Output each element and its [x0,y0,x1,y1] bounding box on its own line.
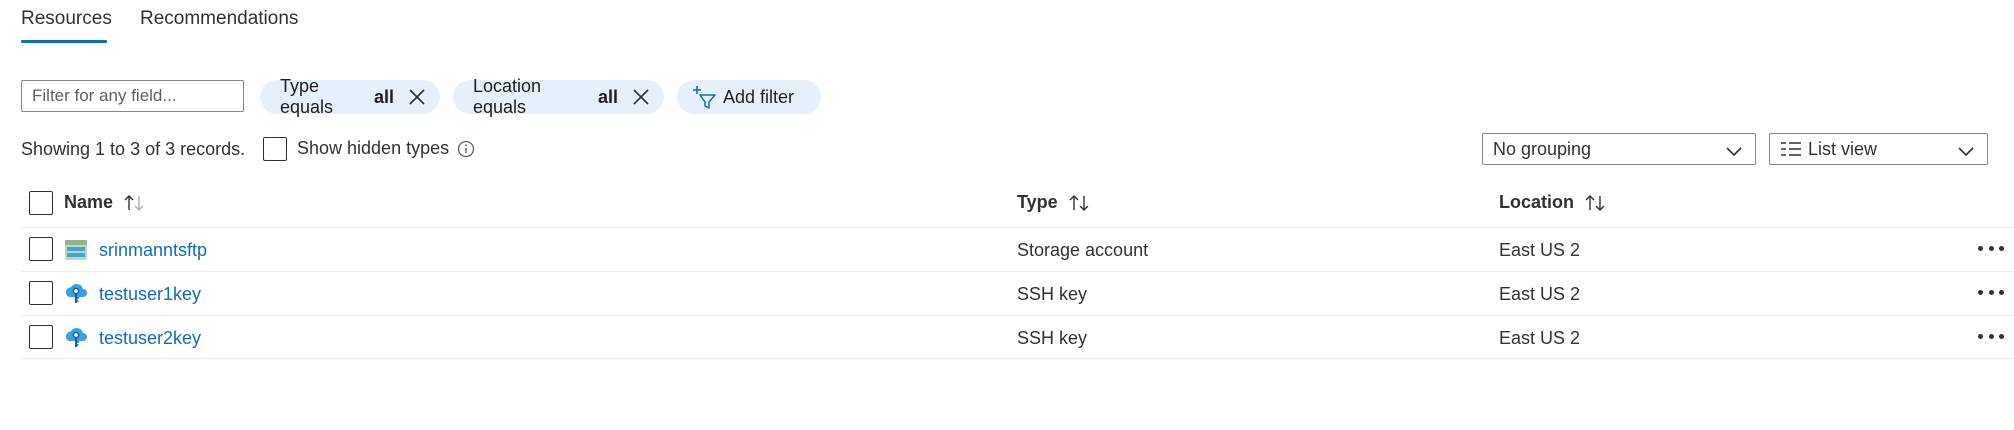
header-divider [21,227,2014,228]
row-checkbox[interactable] [29,325,53,349]
grouping-dropdown[interactable]: No grouping [1482,133,1756,165]
grouping-selected: No grouping [1493,138,1592,159]
sort-icon [1068,194,1090,212]
more-options-icon[interactable] [1978,334,2004,342]
close-icon[interactable] [632,88,650,106]
resource-name-link[interactable]: testuser1key [99,284,201,305]
resource-location: East US 2 [1499,284,1581,304]
resource-name-link[interactable]: srinmanntsftp [99,240,207,261]
select-all-checkbox[interactable] [29,191,53,215]
show-hidden-types-label: Show hidden types [297,138,450,158]
chevron-down-icon [1725,142,1743,157]
tab-resources[interactable]: Resources [21,8,112,30]
resource-location: East US 2 [1499,240,1581,260]
filter-input[interactable] [21,80,244,112]
column-header-name[interactable]: Name [64,192,145,213]
resource-type: SSH key [1017,328,1088,348]
row-checkbox[interactable] [29,237,53,261]
location-filter-pill[interactable]: Location equals all [453,76,664,117]
location-filter-label: Location equals [473,76,542,117]
sort-icon [1584,194,1606,212]
ssh-key-icon [64,282,88,306]
type-filter-value: all [373,86,394,107]
column-header-location[interactable]: Location [1499,192,1606,213]
add-filter-label: Add filter [723,86,795,107]
row-divider [21,315,2014,316]
add-filter-button[interactable]: Add filter [677,80,821,114]
resource-location: East US 2 [1499,328,1581,348]
column-type-label: Type [1017,192,1058,212]
column-location-label: Location [1499,192,1574,212]
records-count: Showing 1 to 3 of 3 records. [21,139,246,159]
tab-recommendations[interactable]: Recommendations [140,8,298,30]
add-filter-icon [691,84,717,110]
resource-type: SSH key [1017,284,1088,304]
info-icon[interactable] [457,140,475,158]
type-filter-label: Type equals [280,76,334,117]
ssh-key-icon [64,326,88,350]
show-hidden-types-checkbox[interactable] [263,137,287,161]
more-options-icon[interactable] [1978,290,2004,298]
column-name-label: Name [64,192,114,212]
active-tab-indicator [21,40,107,43]
list-view-icon [1780,141,1802,157]
close-icon[interactable] [408,88,426,106]
location-filter-value: all [597,86,618,107]
column-header-type[interactable]: Type [1017,192,1090,213]
view-selected: List view [1808,138,1878,159]
resource-type: Storage account [1017,240,1149,260]
view-dropdown[interactable]: List view [1769,133,1988,165]
sort-ascending-icon [123,194,145,212]
more-options-icon[interactable] [1978,246,2004,254]
type-filter-pill[interactable]: Type equals all [260,76,440,117]
row-divider [21,358,2014,359]
row-checkbox[interactable] [29,281,53,305]
storage-account-icon [64,238,88,262]
chevron-down-icon [1957,142,1975,157]
row-divider [21,271,2014,272]
resource-name-link[interactable]: testuser2key [99,328,201,349]
